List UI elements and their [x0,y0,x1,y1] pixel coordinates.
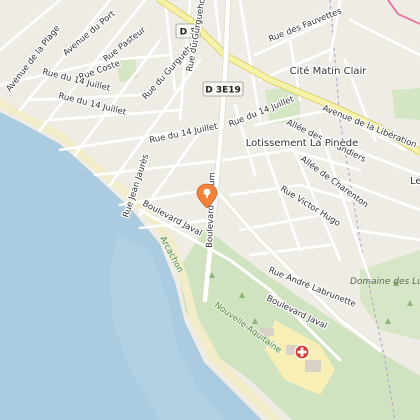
map-svg: D 3 D 3E19 Avenue de la Plage Avenue du … [0,0,420,420]
park-east [392,88,420,120]
svg-text:D 3E19: D 3E19 [205,86,241,96]
shield-d3e19: D 3E19 [202,81,244,97]
place-label: Le [410,176,420,187]
hospital-cross-icon[interactable] [294,344,310,360]
place-label: Cité Matin Clair [290,65,368,77]
building [305,360,321,372]
place-label: Lotissement La Pinède [246,137,359,149]
map-canvas[interactable]: D 3 D 3E19 Avenue de la Plage Avenue du … [0,0,420,420]
place-label: Domaine des Lugé [350,276,420,287]
